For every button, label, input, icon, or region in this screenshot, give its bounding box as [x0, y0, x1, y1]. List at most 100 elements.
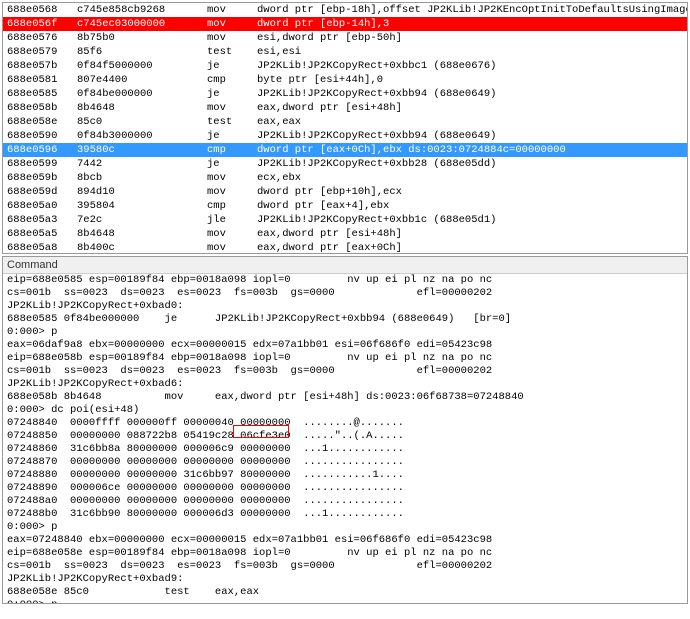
disasm-row[interactable]: 688e058e85c0testeax,eax — [3, 115, 687, 129]
mnemonic: mov — [207, 185, 257, 199]
operands: JP2KLib!JP2KCopyRect+0xbb28 (688e05dd) — [257, 158, 496, 170]
operands: JP2KLib!JP2KCopyRect+0xbbc1 (688e0676) — [257, 60, 496, 72]
mnemonic: test — [207, 45, 257, 59]
mnemonic: mov — [207, 241, 257, 254]
mnemonic: je — [207, 129, 257, 143]
operands: eax,dword ptr [eax+0Ch] — [257, 242, 402, 254]
command-line: JP2KLib!JP2KCopyRect+0xbad0: — [3, 300, 687, 313]
command-line: JP2KLib!JP2KCopyRect+0xbad6: — [3, 378, 687, 391]
mnemonic: jle — [207, 213, 257, 227]
command-line: cs=001b ss=0023 ds=0023 es=0023 fs=003b … — [3, 560, 687, 573]
addr: 688e0599 — [7, 157, 77, 171]
disasm-row[interactable]: 688e057b0f84f5000000jeJP2KLib!JP2KCopyRe… — [3, 59, 687, 73]
bytes: c745ec03000000 — [77, 17, 207, 31]
disassembly-pane[interactable]: 688e0568c745e858cb9268movdword ptr [ebp-… — [2, 2, 688, 254]
operands: JP2KLib!JP2KCopyRect+0xbb94 (688e0649) — [257, 88, 496, 100]
addr: 688e057b — [7, 59, 77, 73]
operands: esi,dword ptr [ebp-50h] — [257, 32, 402, 44]
addr: 688e05a3 — [7, 213, 77, 227]
operands: dword ptr [ebp-18h],offset JP2KLib!JP2KE… — [257, 4, 688, 16]
bytes: 807e4400 — [77, 73, 207, 87]
bytes: 7e2c — [77, 213, 207, 227]
disasm-row[interactable]: 688e05997442jeJP2KLib!JP2KCopyRect+0xbb2… — [3, 157, 687, 171]
command-pane-title: Command — [3, 257, 687, 274]
command-line: cs=001b ss=0023 ds=0023 es=0023 fs=003b … — [3, 365, 687, 378]
command-output[interactable]: eip=688e0585 esp=00189f84 ebp=0018a098 i… — [3, 274, 687, 604]
mnemonic: cmp — [207, 73, 257, 87]
command-line: eip=688e0585 esp=00189f84 ebp=0018a098 i… — [3, 274, 687, 287]
disasm-row[interactable]: 688e059b8bcbmovecx,ebx — [3, 171, 687, 185]
addr: 688e059d — [7, 185, 77, 199]
disasm-row[interactable]: 688e0581807e4400cmpbyte ptr [esi+44h],0 — [3, 73, 687, 87]
bytes: c745e858cb9268 — [77, 3, 207, 17]
command-line: eip=688e058e esp=00189f84 ebp=0018a098 i… — [3, 547, 687, 560]
operands: ecx,ebx — [257, 172, 301, 184]
operands: byte ptr [esi+44h],0 — [257, 74, 383, 86]
mnemonic: mov — [207, 227, 257, 241]
operands: eax,eax — [257, 116, 301, 128]
bytes: 894d10 — [77, 185, 207, 199]
addr: 688e0568 — [7, 3, 77, 17]
disasm-row[interactable]: 688e05a58b4648moveax,dword ptr [esi+48h] — [3, 227, 687, 241]
bytes: 0f84b3000000 — [77, 129, 207, 143]
mnemonic: test — [207, 115, 257, 129]
bytes: 7442 — [77, 157, 207, 171]
operands: JP2KLib!JP2KCopyRect+0xbb1c (688e05d1) — [257, 214, 496, 226]
operands: dword ptr [ebp-14h],3 — [257, 18, 389, 30]
bytes: 0f84f5000000 — [77, 59, 207, 73]
addr: 688e0596 — [7, 143, 77, 157]
disasm-row[interactable]: 688e05a37e2cjleJP2KLib!JP2KCopyRect+0xbb… — [3, 213, 687, 227]
disasm-row[interactable]: 688e05768b75b0movesi,dword ptr [ebp-50h] — [3, 31, 687, 45]
mnemonic: je — [207, 87, 257, 101]
disasm-row[interactable]: 688e059639580ccmpdword ptr [eax+0Ch],ebx… — [3, 143, 687, 157]
addr: 688e058b — [7, 101, 77, 115]
disasm-row[interactable]: 688e05a88b400cmoveax,dword ptr [eax+0Ch] — [3, 241, 687, 254]
command-line: 07248880 00000000 00000000 31c6bb97 8000… — [3, 469, 687, 482]
bytes: 0f84be000000 — [77, 87, 207, 101]
mnemonic: je — [207, 157, 257, 171]
disasm-row[interactable]: 688e056fc745ec03000000movdword ptr [ebp-… — [3, 17, 687, 31]
command-line: 0:000> p — [3, 599, 687, 604]
addr: 688e0585 — [7, 87, 77, 101]
command-line: 07248840 0000ffff 000000ff 00000040 0000… — [3, 417, 687, 430]
disasm-row[interactable]: 688e059d894d10movdword ptr [ebp+10h],ecx — [3, 185, 687, 199]
command-line: 072488a0 00000000 00000000 00000000 0000… — [3, 495, 687, 508]
addr: 688e05a5 — [7, 227, 77, 241]
operands: dword ptr [ebp+10h],ecx — [257, 186, 402, 198]
mnemonic: mov — [207, 101, 257, 115]
addr: 688e0590 — [7, 129, 77, 143]
command-line: 07248850 00000000 088722b8 05419c28 06cf… — [3, 430, 687, 443]
disasm-row[interactable]: 688e05900f84b3000000jeJP2KLib!JP2KCopyRe… — [3, 129, 687, 143]
operands: eax,dword ptr [esi+48h] — [257, 228, 402, 240]
command-line: 688e058b 8b4648 mov eax,dword ptr [esi+4… — [3, 391, 687, 404]
operands: JP2KLib!JP2KCopyRect+0xbb94 (688e0649) — [257, 130, 496, 142]
mnemonic: mov — [207, 171, 257, 185]
command-line: eax=07248840 ebx=00000000 ecx=00000015 e… — [3, 534, 687, 547]
addr: 688e056f — [7, 17, 77, 31]
disasm-row[interactable]: 688e05850f84be000000jeJP2KLib!JP2KCopyRe… — [3, 87, 687, 101]
addr: 688e05a8 — [7, 241, 77, 254]
bytes: 85f6 — [77, 45, 207, 59]
mnemonic: mov — [207, 17, 257, 31]
disasm-row[interactable]: 688e058b8b4648moveax,dword ptr [esi+48h] — [3, 101, 687, 115]
addr: 688e0579 — [7, 45, 77, 59]
bytes: 8b4648 — [77, 227, 207, 241]
bytes: 8bcb — [77, 171, 207, 185]
command-line: 0:000> dc poi(esi+48) — [3, 404, 687, 417]
bytes: 85c0 — [77, 115, 207, 129]
mnemonic: cmp — [207, 199, 257, 213]
command-line: 072488b0 31c6bb90 80000000 000006d3 0000… — [3, 508, 687, 521]
bytes: 8b400c — [77, 241, 207, 254]
addr: 688e059b — [7, 171, 77, 185]
disasm-row[interactable]: 688e0568c745e858cb9268movdword ptr [ebp-… — [3, 3, 687, 17]
bytes: 39580c — [77, 143, 207, 157]
command-line: eax=06daf9a8 ebx=00000000 ecx=00000015 e… — [3, 339, 687, 352]
command-pane[interactable]: Command eip=688e0585 esp=00189f84 ebp=00… — [2, 256, 688, 604]
command-line: cs=001b ss=0023 ds=0023 es=0023 fs=003b … — [3, 287, 687, 300]
disasm-row[interactable]: 688e05a0395804cmpdword ptr [eax+4],ebx — [3, 199, 687, 213]
mnemonic: mov — [207, 31, 257, 45]
command-line: 0:000> p — [3, 521, 687, 534]
command-line: JP2KLib!JP2KCopyRect+0xbad9: — [3, 573, 687, 586]
disasm-row[interactable]: 688e057985f6testesi,esi — [3, 45, 687, 59]
addr: 688e0581 — [7, 73, 77, 87]
